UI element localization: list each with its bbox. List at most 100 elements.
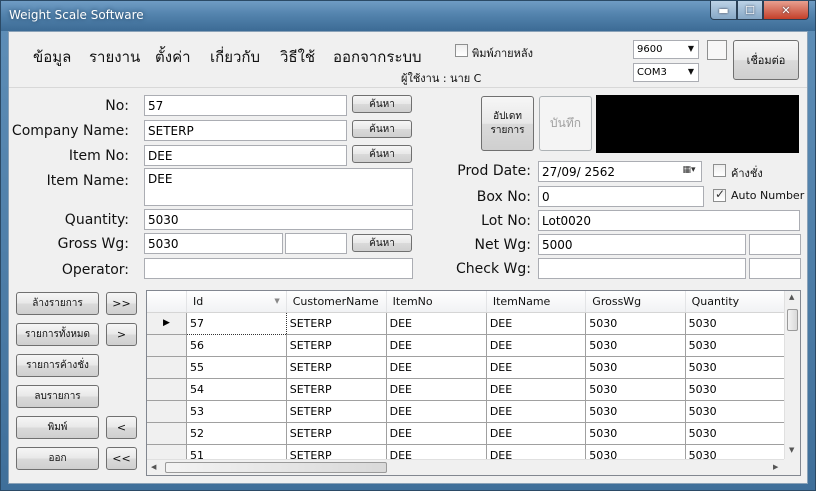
table-cell[interactable]: 5030: [585, 444, 686, 459]
table-row[interactable]: ▶ 57 SETERP DEE DEE 5030 5030: [147, 311, 785, 335]
column-header-item-name[interactable]: ItemName: [486, 291, 587, 313]
menu-logout[interactable]: ออกจากระบบ: [333, 45, 422, 69]
table-cell[interactable]: SETERP: [286, 444, 387, 459]
no-input[interactable]: 57: [144, 95, 347, 116]
column-header-gross[interactable]: GrossWg: [585, 291, 686, 313]
table-cell[interactable]: DEE: [486, 312, 587, 335]
table-cell[interactable]: DEE: [386, 400, 487, 423]
pending-list-button[interactable]: รายการค้างชั่ง: [16, 354, 99, 377]
row-header[interactable]: [147, 444, 187, 459]
menu-help[interactable]: วิธีใช้: [280, 45, 315, 69]
table-cell[interactable]: 5030: [585, 378, 686, 401]
table-cell[interactable]: DEE: [386, 444, 487, 459]
net-weight-input[interactable]: 5000: [538, 234, 746, 255]
clear-list-button[interactable]: ล้างรายการ: [16, 292, 99, 315]
update-record-button[interactable]: อัปเดท รายการ: [481, 96, 534, 151]
row-header[interactable]: [147, 334, 187, 357]
auto-number-checkbox[interactable]: [713, 187, 726, 202]
table-cell[interactable]: DEE: [486, 378, 587, 401]
search-no-button[interactable]: ค้นหา: [352, 95, 412, 113]
row-header[interactable]: [147, 378, 187, 401]
delete-record-button[interactable]: ลบรายการ: [16, 385, 99, 408]
close-button[interactable]: ✕: [763, 1, 809, 20]
table-cell[interactable]: SETERP: [286, 334, 387, 357]
column-header-id[interactable]: Id ▼: [186, 291, 287, 313]
table-row[interactable]: 55 SETERP DEE DEE 5030 5030: [147, 356, 785, 379]
print-button[interactable]: พิมพ์: [16, 416, 99, 439]
item-name-input[interactable]: DEE: [144, 168, 413, 206]
table-cell[interactable]: DEE: [486, 400, 587, 423]
prev-record-button[interactable]: <: [106, 416, 137, 439]
exit-button[interactable]: ออก: [16, 447, 99, 470]
scroll-up-icon[interactable]: ▲: [789, 293, 794, 301]
table-cell[interactable]: 54: [186, 378, 287, 401]
column-header-quantity[interactable]: Quantity: [685, 291, 785, 313]
operator-input[interactable]: [144, 258, 413, 279]
print-after-checkbox[interactable]: [455, 44, 468, 57]
minimize-button[interactable]: ▬: [710, 1, 737, 20]
table-cell[interactable]: 5030: [585, 334, 686, 357]
table-cell[interactable]: 55: [186, 356, 287, 379]
gross-weight-input[interactable]: 5030: [144, 233, 283, 254]
first-record-button[interactable]: <<: [106, 447, 137, 470]
table-cell[interactable]: 53: [186, 400, 287, 423]
box-no-input[interactable]: 0: [538, 186, 704, 207]
menu-about[interactable]: เกี่ยวกับ: [210, 45, 260, 69]
table-cell[interactable]: 57: [186, 311, 287, 335]
table-cell[interactable]: 5030: [585, 400, 686, 423]
row-header[interactable]: [147, 422, 187, 445]
search-item-button[interactable]: ค้นหา: [352, 145, 412, 163]
table-cell[interactable]: DEE: [486, 422, 587, 445]
last-record-button[interactable]: >>: [106, 292, 137, 315]
column-header-customer[interactable]: CustomerName: [286, 291, 387, 313]
item-no-input[interactable]: DEE: [144, 145, 347, 166]
vertical-scroll-thumb[interactable]: [787, 309, 798, 331]
maximize-button[interactable]: ☐: [737, 1, 763, 20]
menu-settings[interactable]: ตั้งค่า: [155, 45, 191, 69]
calendar-icon[interactable]: ▦▾: [680, 165, 698, 178]
table-cell[interactable]: DEE: [386, 312, 487, 335]
row-header[interactable]: [147, 356, 187, 379]
table-row[interactable]: 52 SETERP DEE DEE 5030 5030: [147, 422, 785, 445]
vertical-scrollbar[interactable]: ▲ ▼: [784, 291, 800, 459]
next-record-button[interactable]: >: [106, 323, 137, 346]
table-cell[interactable]: 5030: [585, 312, 686, 335]
lot-no-input[interactable]: Lot0020: [538, 210, 800, 231]
table-cell[interactable]: 5030: [585, 356, 686, 379]
table-cell[interactable]: SETERP: [286, 378, 387, 401]
check-weight-extra-input[interactable]: [749, 258, 801, 279]
table-cell[interactable]: 5030: [685, 378, 785, 401]
table-cell[interactable]: DEE: [386, 356, 487, 379]
table-cell[interactable]: 52: [186, 422, 287, 445]
table-row[interactable]: 53 SETERP DEE DEE 5030 5030: [147, 400, 785, 423]
table-cell[interactable]: DEE: [486, 334, 587, 357]
table-cell[interactable]: 5030: [685, 356, 785, 379]
search-gross-button[interactable]: ค้นหา: [352, 234, 412, 252]
menu-report[interactable]: รายงาน: [89, 45, 140, 69]
menu-data[interactable]: ข้อมูล: [33, 45, 71, 69]
table-cell[interactable]: DEE: [486, 444, 587, 459]
prod-date-picker[interactable]: 27/09/ 2562 ▦▾: [538, 161, 702, 182]
title-bar[interactable]: Weight Scale Software ▬ ☐ ✕: [1, 1, 815, 31]
table-cell[interactable]: 56: [186, 334, 287, 357]
column-header-item-no[interactable]: ItemNo: [386, 291, 487, 313]
table-cell[interactable]: SETERP: [286, 356, 387, 379]
table-row[interactable]: 56 SETERP DEE DEE 5030 5030: [147, 334, 785, 357]
table-cell[interactable]: DEE: [386, 378, 487, 401]
net-weight-extra-input[interactable]: [749, 234, 801, 255]
table-cell[interactable]: 5030: [585, 422, 686, 445]
quantity-input[interactable]: 5030: [144, 209, 413, 230]
table-cell[interactable]: 5030: [685, 422, 785, 445]
check-weight-input[interactable]: [538, 258, 746, 279]
company-input[interactable]: SETERP: [144, 120, 347, 141]
search-company-button[interactable]: ค้นหา: [352, 120, 412, 138]
pending-checkbox[interactable]: [713, 164, 726, 177]
horizontal-scrollbar[interactable]: ◀ ▶: [147, 459, 785, 475]
table-cell[interactable]: 5030: [685, 334, 785, 357]
table-row[interactable]: 51 SETERP DEE DEE 5030 5030: [147, 444, 785, 459]
table-row[interactable]: 54 SETERP DEE DEE 5030 5030: [147, 378, 785, 401]
scroll-right-icon[interactable]: ▶: [773, 463, 778, 471]
table-cell[interactable]: SETERP: [286, 400, 387, 423]
table-cell[interactable]: SETERP: [286, 312, 387, 335]
table-cell[interactable]: SETERP: [286, 422, 387, 445]
